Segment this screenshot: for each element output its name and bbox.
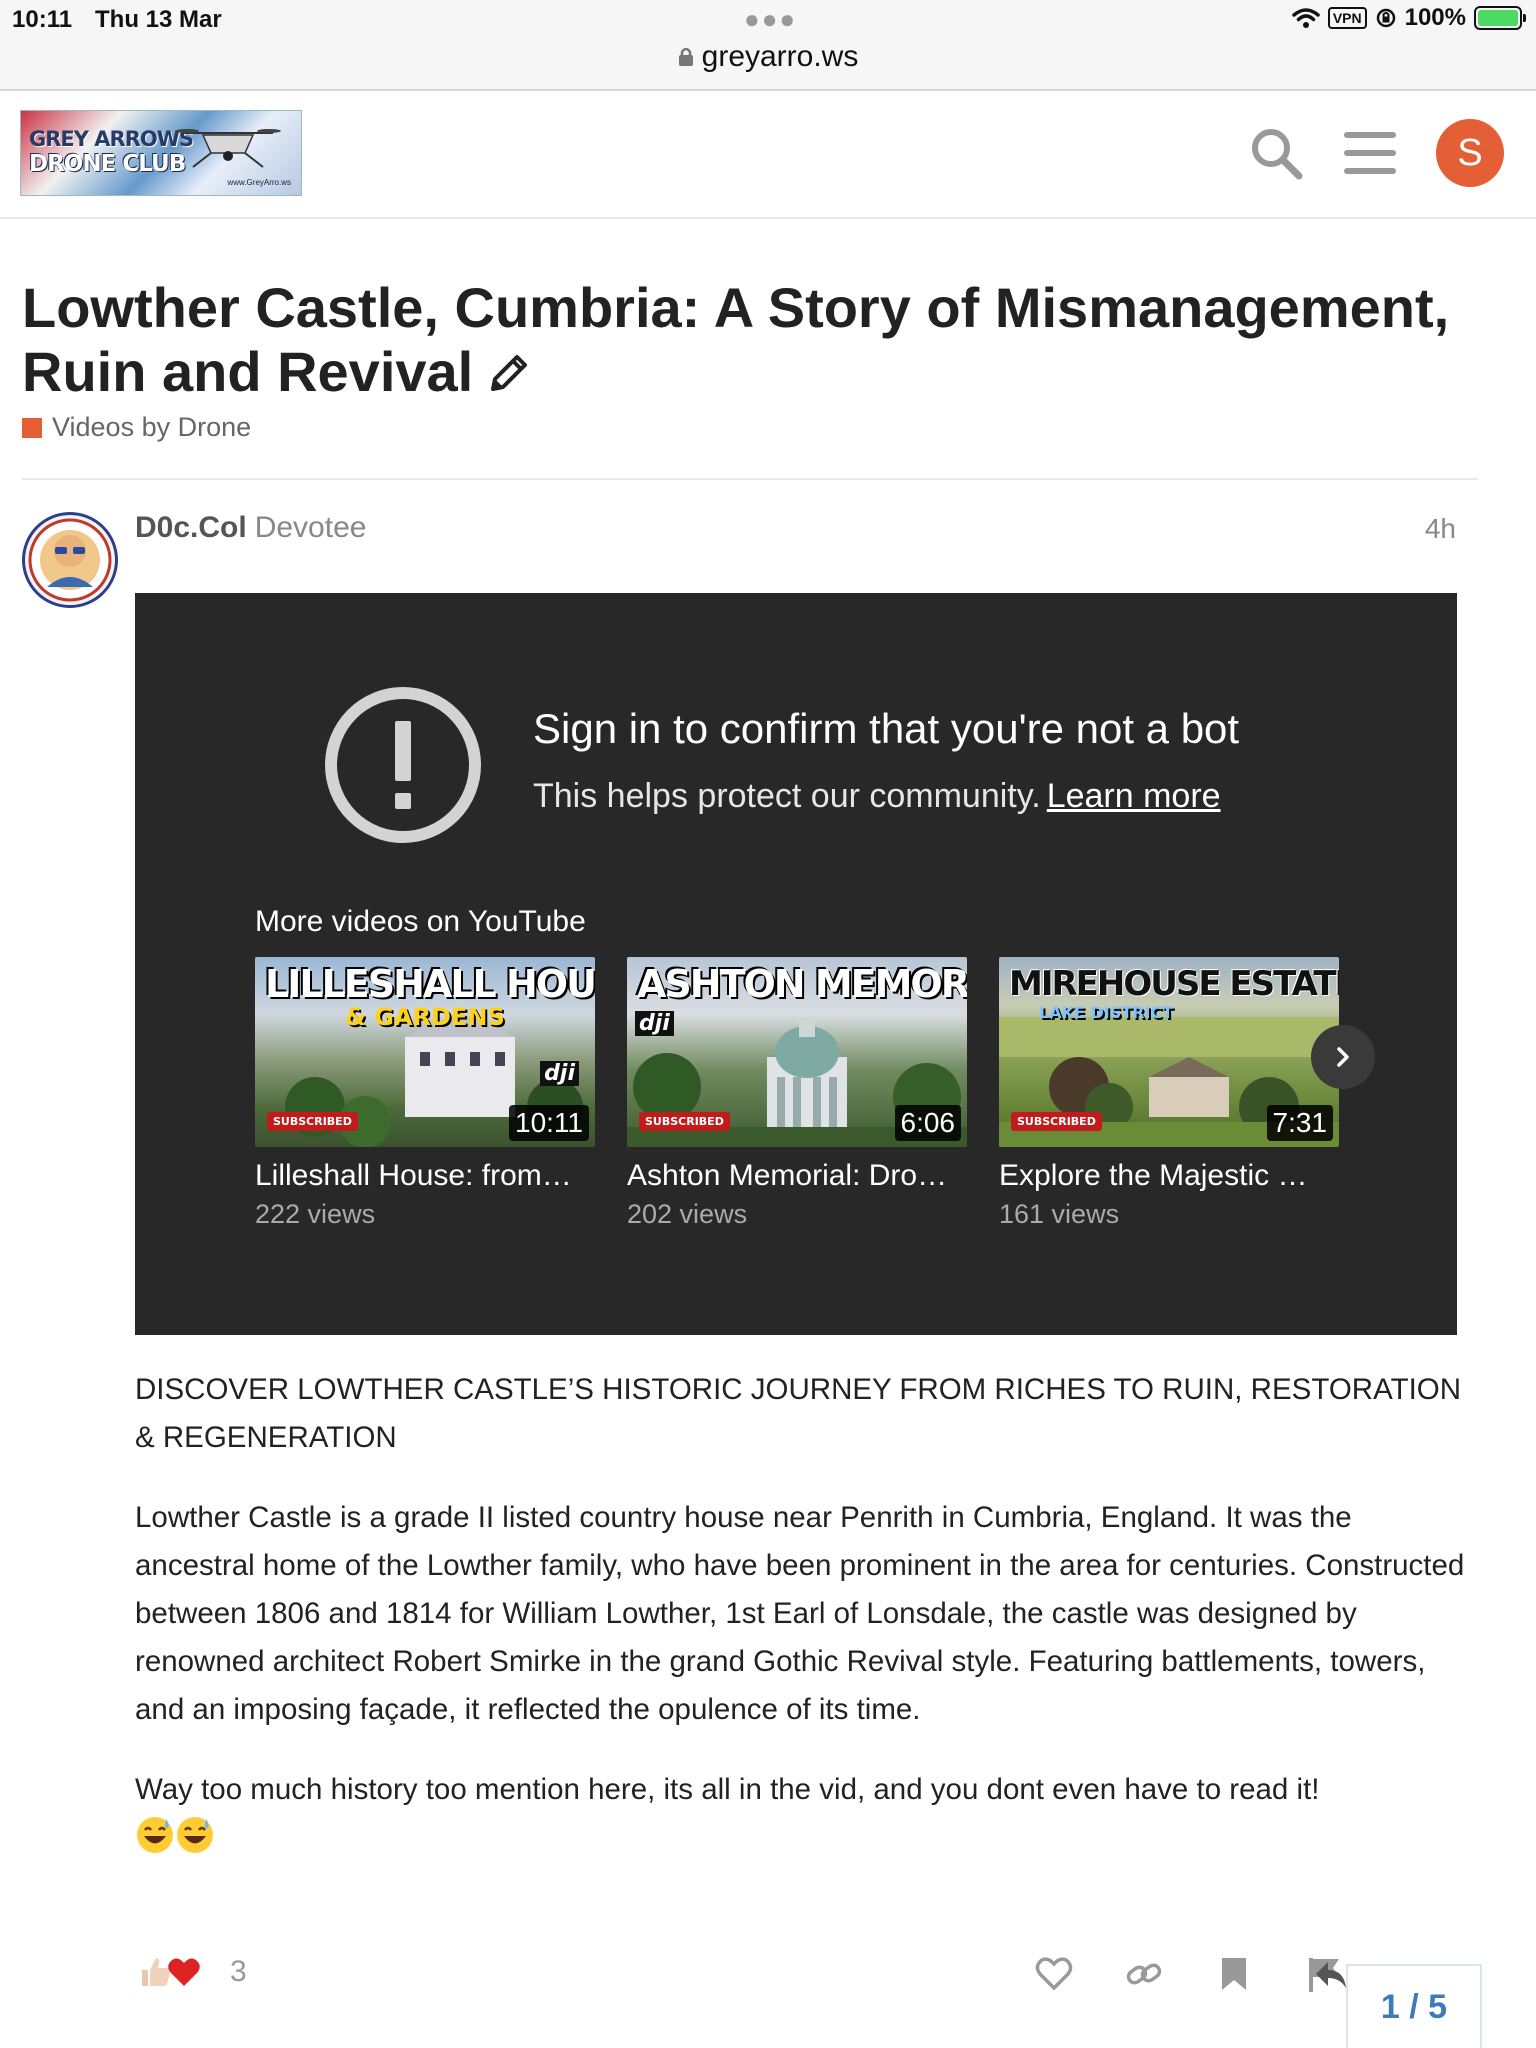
video-title[interactable]: Lilleshall House: from… [255,1159,595,1193]
reactions[interactable]: 3 [138,1954,247,1990]
multitasking-dots-icon[interactable]: ●●● [744,4,797,35]
orientation-lock-icon [1376,8,1395,28]
logo-text-line2: DRONE CLUB [29,151,186,177]
sweat-smile-emoji-icon [177,1817,213,1853]
url-text: greyarro.ws [701,40,859,73]
battery-icon [1474,6,1526,30]
thumbnail-title: ASHTON MEMORIAL [637,962,967,1006]
post-closing: Way too much history too mention here, i… [135,1766,1465,1862]
divider [22,478,1478,480]
post-headline: DISCOVER LOWTHER CASTLE’S HISTORIC JOURN… [135,1373,1462,1454]
learn-more-link[interactable]: Learn more [1047,777,1221,815]
reaction-count: 3 [230,1955,247,1988]
copy-link-button[interactable] [1124,1954,1164,1994]
post-author: D0c.Col Devotee [135,511,366,545]
battery-percent: 100% [1404,4,1466,31]
thumbnail-subtitle: LAKE DISTRICT [1039,1003,1174,1022]
more-videos-heading: More videos on YouTube [255,905,586,938]
thumbnail-title: MIREHOUSE ESTATE [1009,964,1339,1004]
heart-icon [168,1958,200,1986]
youtube-embed[interactable]: Sign in to confirm that you're not a bot… [135,593,1457,1335]
next-videos-button[interactable] [1311,1025,1375,1089]
lock-icon [678,47,693,66]
video-title[interactable]: Explore the Majestic … [999,1159,1339,1193]
post-paragraph: Lowther Castle is a grade II listed coun… [135,1501,1465,1726]
wifi-icon [1292,8,1320,28]
video-title[interactable]: Ashton Memorial: Dro… [627,1159,967,1193]
chevron-right-icon [1337,1047,1349,1067]
alert-icon [325,687,481,843]
thumbnail-title: LILLESHALL HOUSE [265,962,595,1006]
embed-subtext: This helps protect our community. Learn m… [533,777,1221,816]
user-avatar-button[interactable]: S [1436,119,1504,187]
video-views: 202 views [627,1199,748,1229]
site-header: GREY ARROWS DRONE CLUB www.GreyArro.ws S [0,93,1536,219]
thumbnail-subtitle: & GARDENS [345,1003,505,1031]
search-icon [1252,129,1303,180]
vpn-badge: VPN [1327,7,1367,29]
video-duration: 10:11 [509,1105,589,1141]
search-button[interactable] [1248,125,1304,181]
drone-icon [175,129,281,168]
bookmark-icon [1222,1958,1246,1990]
topic-title: Lowther Castle, Cumbria: A Story of Mism… [22,276,1502,404]
like-button[interactable] [1034,1954,1074,1994]
video-thumbnail[interactable]: LILLESHALL HOUSE & GARDENS dji SUBSCRIBE… [255,957,595,1147]
category-color-swatch [22,417,42,438]
status-indicators: VPN 100% [1292,4,1526,32]
topic-title-text: Lowther Castle, Cumbria: A Story of Mism… [22,276,1450,403]
video-card[interactable]: ASHTON MEMORIAL dji SUBSCRIBED 6:06 Asht… [627,957,967,1230]
header-icons: S [1248,119,1504,187]
address-bar[interactable]: greyarro.ws [0,40,1536,74]
subscribed-badge: SUBSCRIBED [267,1112,358,1131]
embed-subtext-text: This helps protect our community. [533,777,1041,815]
link-icon [1126,1963,1162,1985]
status-date: Thu 13 Mar [95,6,222,33]
author-avatar[interactable] [22,512,118,608]
video-duration: 6:06 [894,1105,961,1141]
heart-outline-icon [1035,1957,1073,1991]
dji-logo: dji [635,1011,674,1036]
hamburger-icon [1344,132,1396,174]
post-body: DISCOVER LOWTHER CASTLE’S HISTORIC JOURN… [135,1366,1465,1862]
edit-pencil-icon[interactable] [485,349,533,397]
post-date[interactable]: 4h [1425,513,1456,545]
post-actions [1034,1954,1344,1994]
video-views: 222 views [255,1199,376,1229]
video-views: 161 views [999,1199,1120,1229]
video-duration: 7:31 [1266,1105,1333,1141]
browser-chrome: 10:11 Thu 13 Mar ●●● VPN 100% greyarro.w… [0,0,1536,91]
subscribed-badge: SUBSCRIBED [639,1112,730,1131]
embed-heading: Sign in to confirm that you're not a bot [533,705,1240,752]
sweat-smile-emoji-icon [137,1817,173,1853]
author-name[interactable]: D0c.Col [135,511,247,544]
video-thumbnail[interactable]: MIREHOUSE ESTATE LAKE DISTRICT SUBSCRIBE… [999,957,1339,1147]
timeline-progress[interactable]: 1 / 5 [1346,1964,1482,2048]
subscribed-badge: SUBSCRIBED [1011,1112,1102,1131]
status-time: 10:11 [12,6,73,33]
category-badge[interactable]: Videos by Drone [22,412,251,443]
logo-url-text: www.GreyArro.ws [227,178,291,187]
menu-button[interactable] [1342,125,1398,181]
bookmark-button[interactable] [1214,1954,1254,1994]
site-logo[interactable]: GREY ARROWS DRONE CLUB www.GreyArro.ws [20,110,302,196]
video-card[interactable]: MIREHOUSE ESTATE LAKE DISTRICT SUBSCRIBE… [999,957,1339,1230]
author-avatar-image [28,518,112,602]
post-closing-text: Way too much history too mention here, i… [135,1773,1320,1806]
video-thumbnail[interactable]: ASHTON MEMORIAL dji SUBSCRIBED 6:06 [627,957,967,1147]
author-rank: Devotee [254,511,367,544]
video-card[interactable]: LILLESHALL HOUSE & GARDENS dji SUBSCRIBE… [255,957,595,1230]
reply-icon[interactable] [1314,1958,1348,1992]
category-name: Videos by Drone [52,412,252,442]
logo-text-line1: GREY ARROWS [29,127,194,151]
dji-logo: dji [540,1061,579,1086]
